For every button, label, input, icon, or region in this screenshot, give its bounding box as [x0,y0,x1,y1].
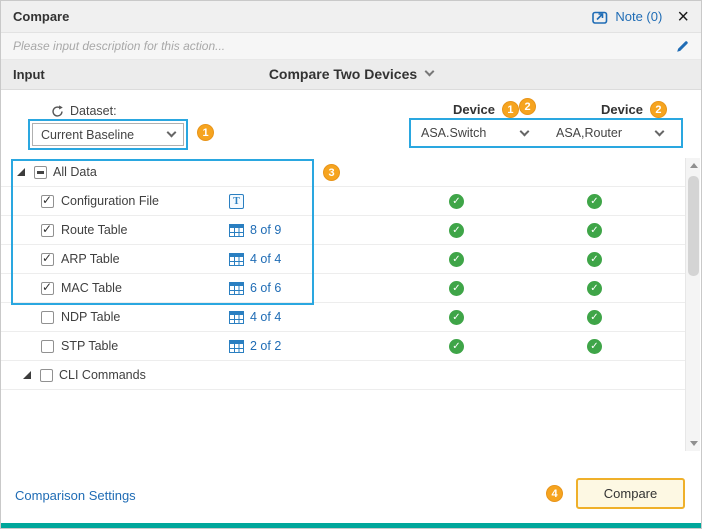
row-label: STP Table [61,339,118,353]
row-label: Configuration File [61,194,159,208]
chevron-down-icon [425,67,435,77]
device2-dropdown[interactable]: ASA,Router [546,120,681,146]
table-row-configuration-file: Configuration File T [1,187,685,216]
row-count[interactable]: 6 of 6 [250,281,281,295]
input-bar: Input Compare Two Devices [1,60,701,90]
row-count[interactable]: 4 of 4 [250,252,281,266]
row-label: Route Table [61,223,128,237]
device1-check-icon [449,310,464,325]
compare-button[interactable]: Compare [576,478,685,509]
device2-check-icon [587,223,602,238]
device2-label: Device [601,102,643,117]
compare-button-label: Compare [604,486,657,501]
expand-icon[interactable] [17,168,25,176]
device1-check-icon [449,339,464,354]
checkbox[interactable] [34,166,47,179]
row-label: MAC Table [61,281,122,295]
device1-check-icon [449,194,464,209]
description-bar: Please input description for this action… [1,33,701,60]
expand-icon[interactable] [23,371,31,379]
table-row-all-data: All Data [1,158,685,187]
annotation-step3-badge: 3 [323,164,340,181]
data-type-table: All Data Configuration File T Route Tabl… [1,158,685,390]
device2-check-icon [587,310,602,325]
checkbox[interactable] [41,195,54,208]
device1-number-badge: 1 [502,101,519,118]
device2-check-icon [587,339,602,354]
device1-value: ASA.Switch [421,126,486,140]
checkbox[interactable] [41,340,54,353]
device1-check-icon [449,252,464,267]
close-icon[interactable]: × [677,7,689,27]
device2-column-header: Device 2 [601,101,667,118]
description-placeholder[interactable]: Please input description for this action… [13,39,225,53]
edit-pencil-icon[interactable] [676,40,689,53]
note-link[interactable]: Note (0) [615,9,662,24]
dataset-dropdown[interactable]: Current Baseline [32,123,184,146]
title-bar: Compare Note (0) × [1,1,701,33]
table-row-mac-table: MAC Table 6 of 6 [1,274,685,303]
table-row-route-table: Route Table 8 of 9 [1,216,685,245]
note-window-icon[interactable] [592,10,608,24]
row-label: ARP Table [61,252,120,266]
table-row-arp-table: ARP Table 4 of 4 [1,245,685,274]
dataset-label: Dataset: [51,104,117,118]
compare-mode-dropdown[interactable]: Compare Two Devices [269,66,433,82]
device2-number-badge: 2 [650,101,667,118]
bottom-accent-bar [1,523,701,528]
dataset-highlight-box: Current Baseline [28,119,188,150]
annotation-step2-badge: 2 [519,98,536,115]
device1-label: Device [453,102,495,117]
row-count[interactable]: 2 of 2 [250,339,281,353]
chevron-down-icon [167,128,177,138]
chevron-down-icon [520,126,530,136]
refresh-icon[interactable] [51,105,64,118]
table-icon[interactable] [229,340,244,353]
row-count[interactable]: 8 of 9 [250,223,281,237]
checkbox[interactable] [41,224,54,237]
table-icon[interactable] [229,282,244,295]
device2-check-icon [587,194,602,209]
table-row-cli-commands: CLI Commands [1,361,685,390]
dataset-label-text: Dataset: [70,104,117,118]
device1-check-icon [449,223,464,238]
scroll-up-icon[interactable] [686,158,701,173]
device1-check-icon [449,281,464,296]
comparison-settings-link[interactable]: Comparison Settings [15,488,136,503]
row-label: CLI Commands [59,368,146,382]
dialog-title: Compare [13,9,69,24]
device1-dropdown[interactable]: ASA.Switch [411,120,546,146]
device1-column-header: Device 1 [453,101,519,118]
table-row-ndp-table: NDP Table 4 of 4 [1,303,685,332]
chevron-down-icon [655,126,665,136]
annotation-step1-badge: 1 [197,124,214,141]
checkbox[interactable] [41,311,54,324]
checkbox[interactable] [41,253,54,266]
table-icon[interactable] [229,253,244,266]
row-label: NDP Table [61,310,120,324]
checkbox[interactable] [41,282,54,295]
row-count[interactable]: 4 of 4 [250,310,281,324]
table-row-stp-table: STP Table 2 of 2 [1,332,685,361]
device2-check-icon [587,281,602,296]
compare-mode-label: Compare Two Devices [269,66,417,82]
scrollbar-thumb[interactable] [688,176,699,276]
checkbox[interactable] [40,369,53,382]
dataset-value: Current Baseline [41,128,134,142]
annotation-step4-badge: 4 [546,485,563,502]
device2-check-icon [587,252,602,267]
devices-highlight-box: ASA.Switch ASA,Router [409,118,683,148]
row-label: All Data [53,165,97,179]
vertical-scrollbar[interactable] [685,158,700,451]
device2-value: ASA,Router [556,126,622,140]
table-icon[interactable] [229,224,244,237]
text-file-icon[interactable]: T [229,194,244,209]
compare-dialog: Compare Note (0) × Please input descript… [0,0,702,529]
table-icon[interactable] [229,311,244,324]
scroll-down-icon[interactable] [686,436,701,451]
